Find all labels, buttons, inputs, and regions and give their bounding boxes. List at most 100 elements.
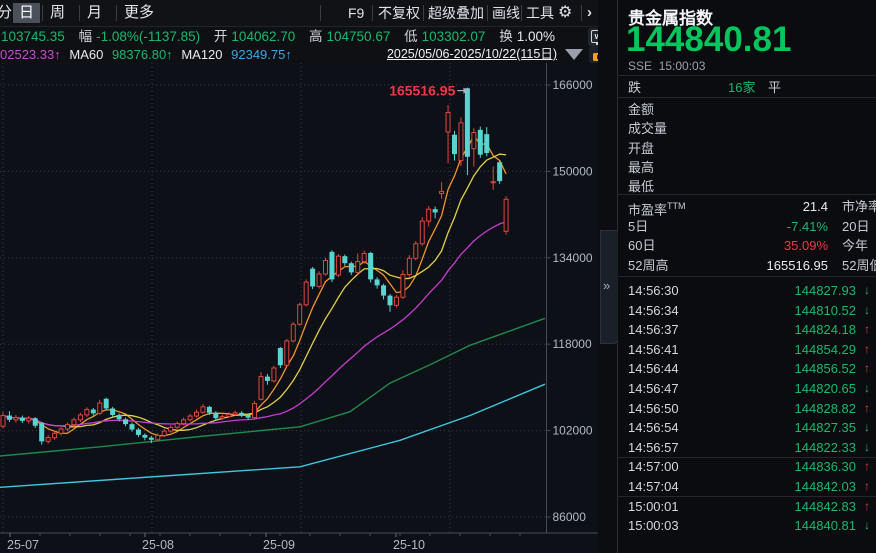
tick-price: 144840.81 bbox=[795, 516, 856, 535]
stat-label: 开盘 bbox=[628, 139, 654, 158]
tick-price: 144828.82 bbox=[795, 399, 856, 418]
low-value: 103302.07 bbox=[422, 29, 486, 44]
period-toolbar: 分 日 周 月 更多 F9 不复权 超级叠加 画线 工具 ⚙ › bbox=[0, 0, 616, 27]
tick-price: 144810.52 bbox=[795, 301, 856, 320]
gear-icon[interactable]: ⚙ bbox=[558, 4, 572, 22]
draw-line-button[interactable]: 画线 bbox=[492, 4, 520, 22]
amplitude-value: -1.08%(-1137.85) bbox=[96, 29, 200, 44]
low-label: 低 bbox=[404, 29, 418, 44]
ratio-row: 52周高 165516.95 52周低 bbox=[618, 256, 876, 275]
ma60-label: MA60 bbox=[69, 47, 103, 62]
tab-more[interactable]: 更多 bbox=[118, 3, 160, 23]
tick-time: 14:56:30 bbox=[628, 281, 679, 300]
svg-text:166000: 166000 bbox=[553, 78, 593, 92]
ratio-value: 35.09% bbox=[784, 236, 828, 255]
tick-price: 144854.29 bbox=[795, 340, 856, 359]
tick-time: 14:57:04 bbox=[628, 477, 679, 496]
tick-time: 14:56:34 bbox=[628, 301, 679, 320]
svg-text:102000: 102000 bbox=[553, 424, 593, 438]
downtick-arrow-icon: ↓ bbox=[864, 301, 870, 320]
svg-text:25-09: 25-09 bbox=[263, 538, 295, 552]
collapse-chevrons-icon[interactable]: » bbox=[603, 278, 610, 293]
breadth-row: 跌 16家 平 bbox=[618, 78, 876, 97]
tick-row: 14:56:30 144827.93 ↓ bbox=[618, 281, 876, 300]
ma120-value: 92349.75↑ bbox=[231, 47, 292, 62]
candlestick-chart[interactable]: 1660001500001340001180001020008600025-07… bbox=[0, 63, 616, 553]
tools-button[interactable]: 工具 bbox=[526, 4, 554, 22]
ratio-row: 市盈率TTM 21.4 市净率 bbox=[618, 197, 876, 216]
divider bbox=[487, 5, 488, 21]
tick-price: 144842.03 bbox=[795, 477, 856, 496]
super-overlay-button[interactable]: 超级叠加 bbox=[428, 4, 484, 22]
quote-panel: 贵金属指数 144840.81 SSE 15:00:03 跌 16家 平 金额成… bbox=[618, 0, 876, 553]
ratio-label-2: 52周低 bbox=[842, 256, 876, 275]
tick-row: 14:56:57 144822.33 ↓ bbox=[618, 438, 876, 457]
tick-time: 14:56:57 bbox=[628, 438, 679, 457]
ma120-label: MA120 bbox=[181, 47, 222, 62]
tick-time: 14:56:54 bbox=[628, 418, 679, 437]
tab-month[interactable]: 月 bbox=[81, 3, 108, 23]
tick-row: 14:56:34 144810.52 ↓ bbox=[618, 301, 876, 320]
ma60-value: 98376.80↑ bbox=[112, 47, 173, 62]
divider bbox=[618, 97, 876, 98]
svg-text:86000: 86000 bbox=[553, 510, 587, 524]
svg-text:25-07: 25-07 bbox=[7, 538, 39, 552]
tick-time: 15:00:01 bbox=[628, 497, 679, 516]
tick-price: 144842.83 bbox=[795, 497, 856, 516]
tick-row: 14:56:47 144820.65 ↓ bbox=[618, 379, 876, 398]
divider bbox=[372, 5, 373, 21]
ratio-label: 60日 bbox=[628, 236, 655, 255]
stat-label: 成交量 bbox=[628, 119, 667, 138]
tick-row: 14:57:04 144842.03 ↑ bbox=[618, 477, 876, 496]
tick-row: 15:00:01 144842.83 ↑ bbox=[618, 497, 876, 516]
tick-row: 14:56:37 144824.18 ↑ bbox=[618, 320, 876, 339]
high-label: 高 bbox=[309, 29, 323, 44]
amplitude-label: 幅 bbox=[79, 29, 93, 44]
tick-time: 14:56:50 bbox=[628, 399, 679, 418]
ratio-value: 165516.95 bbox=[767, 256, 828, 275]
downtick-arrow-icon: ↓ bbox=[864, 516, 870, 535]
stat-label: 最高 bbox=[628, 158, 654, 177]
tick-time: 15:00:03 bbox=[628, 516, 679, 535]
ma-legend-bar: 02523.33↑ MA60 98376.80↑ MA120 92349.75↑… bbox=[0, 46, 616, 64]
uptick-arrow-icon: ↑ bbox=[864, 457, 870, 476]
divider bbox=[116, 5, 117, 21]
adjust-mode-button[interactable]: 不复权 bbox=[378, 4, 420, 22]
stat-row: 最高 bbox=[618, 158, 876, 177]
tick-row: 15:00:03 144840.81 ↓ bbox=[618, 516, 876, 535]
expand-chevron-icon[interactable]: › bbox=[587, 4, 592, 22]
uptick-arrow-icon: ↑ bbox=[864, 497, 870, 516]
tab-week[interactable]: 周 bbox=[44, 3, 71, 23]
turnover-label: 换 bbox=[499, 29, 513, 44]
divider bbox=[79, 5, 80, 21]
uptick-arrow-icon: ↑ bbox=[864, 399, 870, 418]
open-label: 开 bbox=[214, 29, 228, 44]
downtick-arrow-icon: ↓ bbox=[864, 379, 870, 398]
svg-text:25-10: 25-10 bbox=[393, 538, 425, 552]
tick-price: 144824.18 bbox=[795, 320, 856, 339]
divider bbox=[618, 194, 876, 195]
ratio-label: 52周高 bbox=[628, 256, 668, 275]
ratio-row: 60日 35.09% 今年 bbox=[618, 236, 876, 255]
open-value: 104062.70 bbox=[231, 29, 295, 44]
flat-label: 平 bbox=[768, 78, 781, 97]
ratio-label-2: 市净率 bbox=[842, 197, 876, 216]
chevron-down-icon[interactable] bbox=[565, 49, 583, 60]
divider bbox=[618, 75, 876, 76]
tick-time: 14:56:37 bbox=[628, 320, 679, 339]
tick-time: 14:56:47 bbox=[628, 379, 679, 398]
tick-time: 14:57:00 bbox=[628, 457, 679, 476]
divider bbox=[42, 5, 43, 21]
svg-text:165516.95: 165516.95 bbox=[389, 83, 455, 99]
date-range-selector[interactable]: 2025/05/06-2025/10/22(115日) bbox=[387, 46, 557, 63]
tick-row: 14:56:54 144827.35 ↓ bbox=[618, 418, 876, 437]
tick-price: 144827.35 bbox=[795, 418, 856, 437]
divider bbox=[618, 276, 876, 277]
f9-button[interactable]: F9 bbox=[348, 4, 364, 22]
tick-price: 144822.33 bbox=[795, 438, 856, 457]
tick-price: 144827.93 bbox=[795, 281, 856, 300]
divider bbox=[423, 5, 424, 21]
tick-row: 14:57:00 144836.30 ↑ bbox=[618, 457, 876, 476]
downtick-arrow-icon: ↓ bbox=[864, 438, 870, 457]
tab-day[interactable]: 日 bbox=[13, 3, 40, 23]
